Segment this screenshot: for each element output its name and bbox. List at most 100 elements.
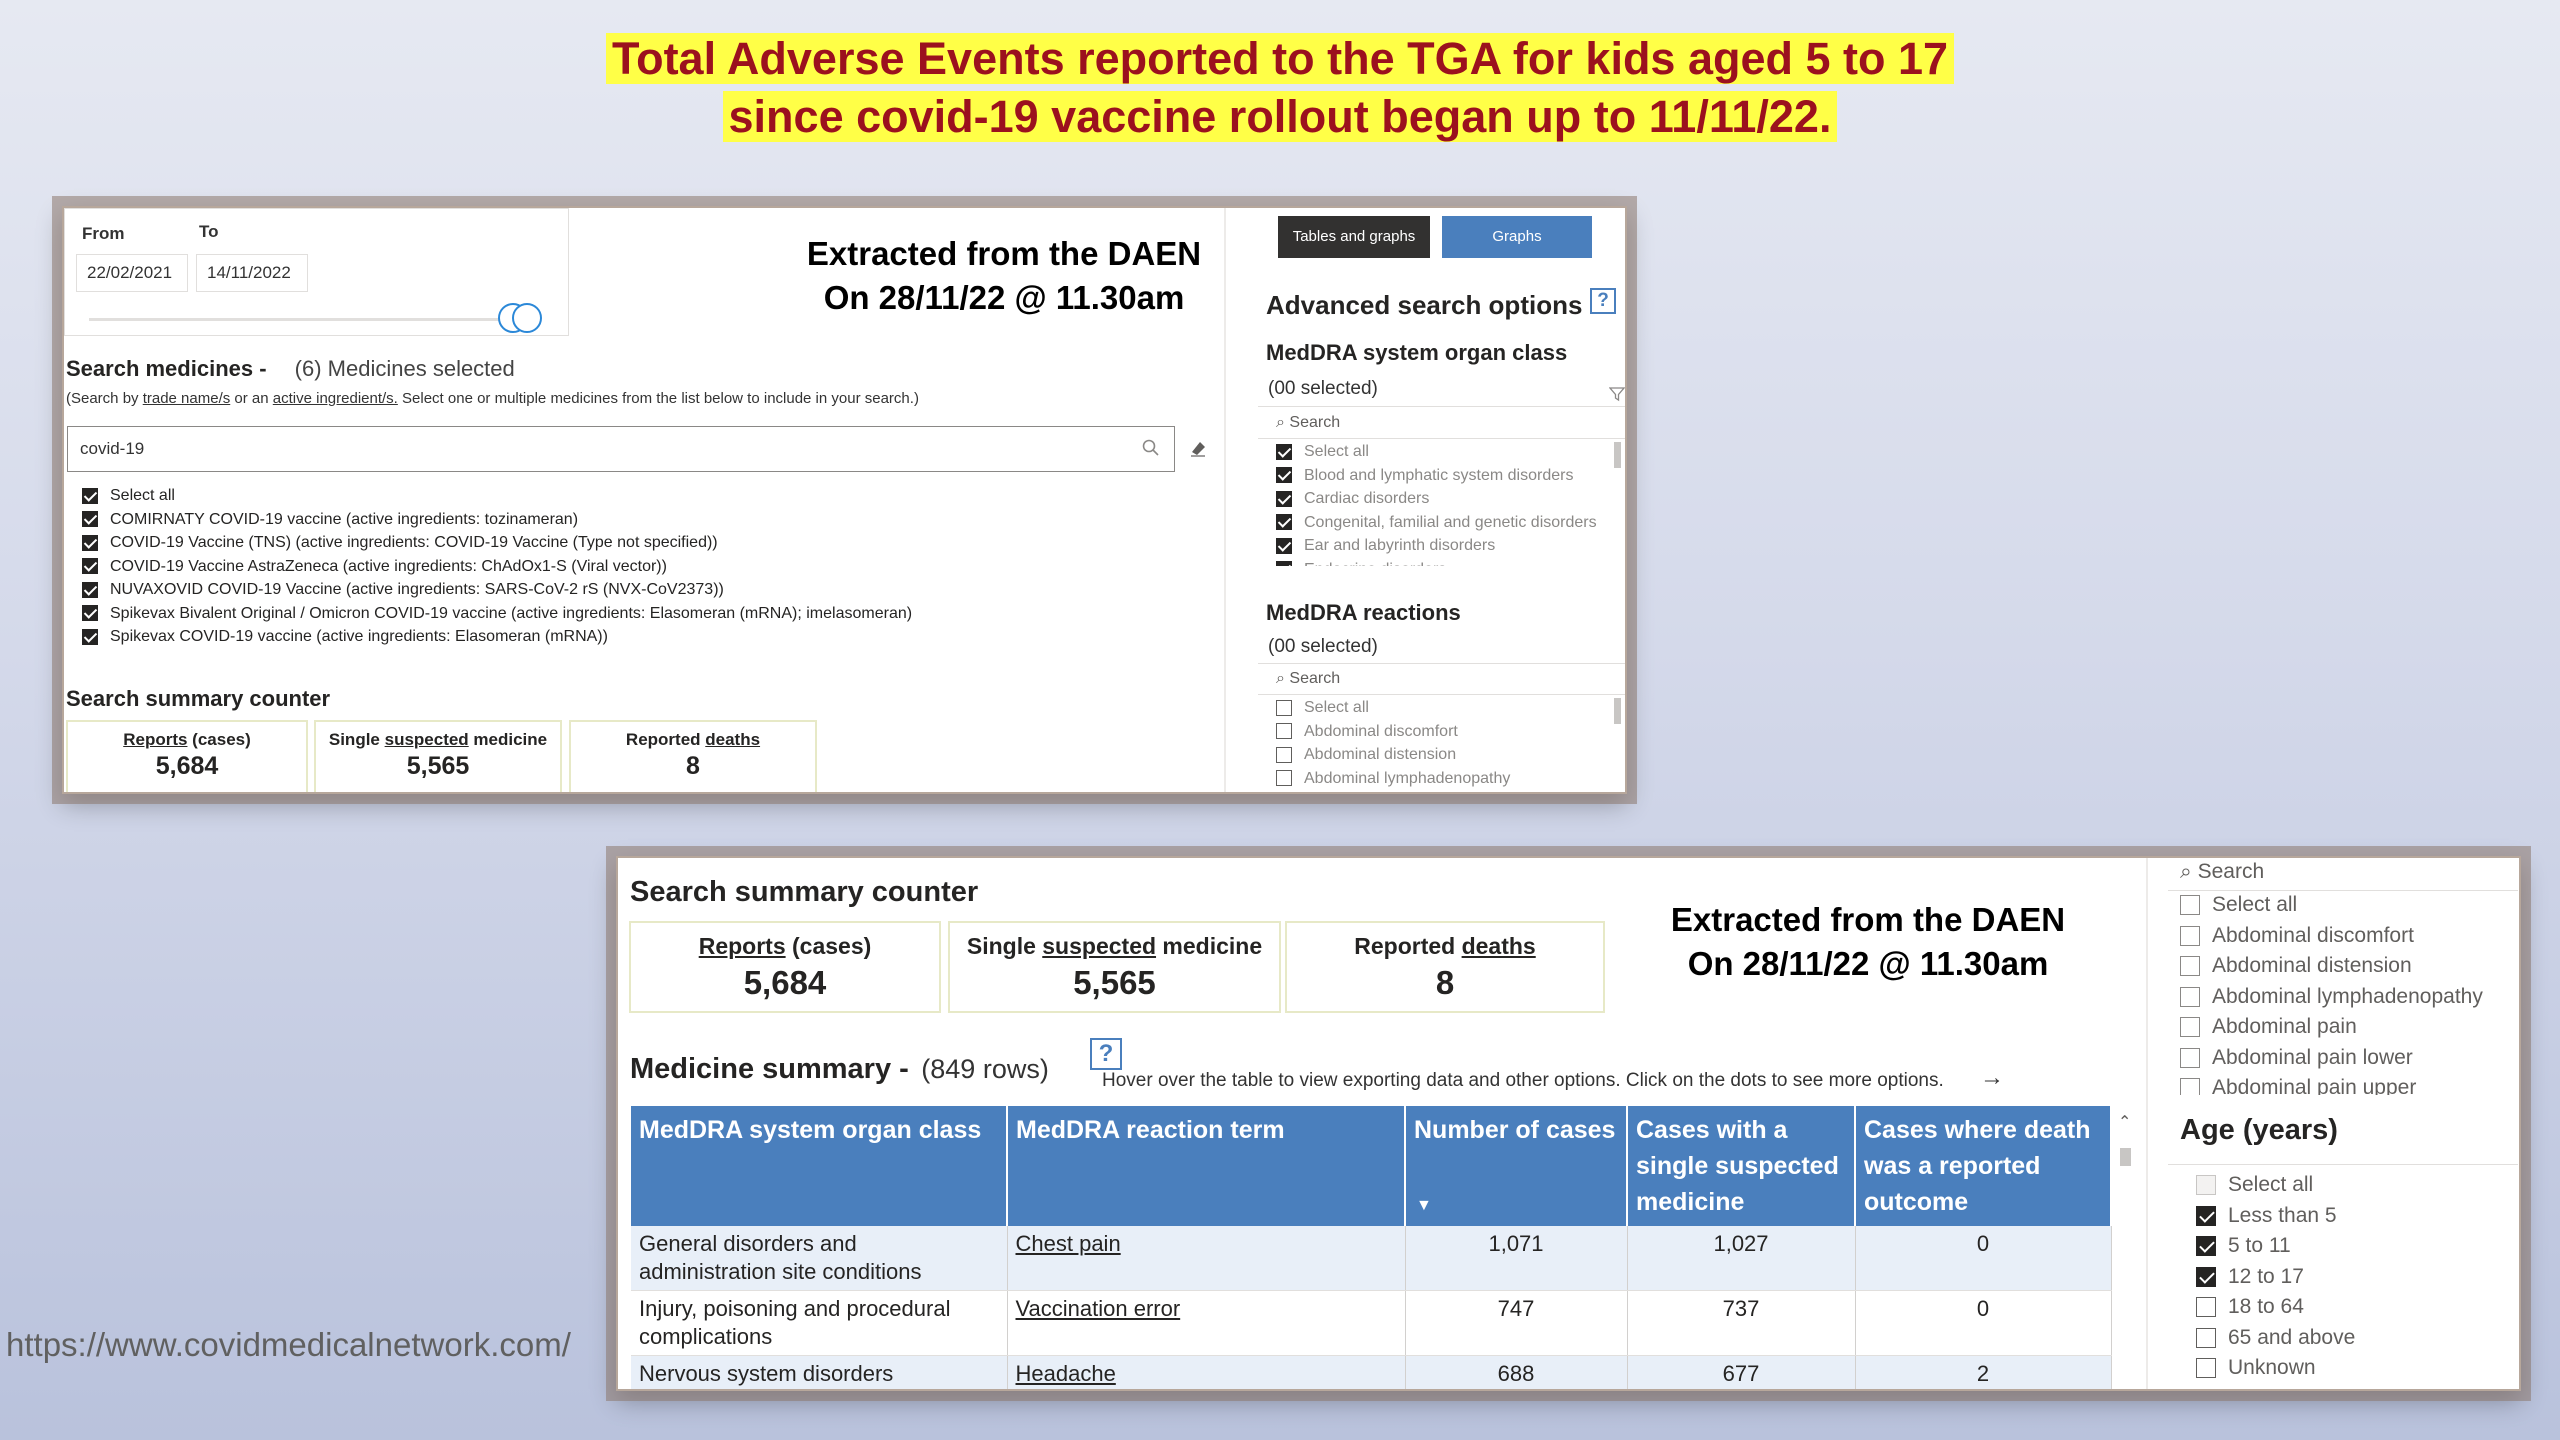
trade-name-link[interactable]: trade name/s	[143, 390, 231, 407]
checkbox[interactable]	[2196, 1236, 2216, 1257]
checkbox[interactable]	[82, 581, 98, 598]
checkbox[interactable]	[82, 605, 98, 622]
list-item[interactable]: 12 to 17	[2196, 1262, 2355, 1293]
reaction-term-link[interactable]: Chest pain	[1016, 1231, 1121, 1256]
list-item[interactable]: Select all	[1276, 440, 1625, 464]
list-item[interactable]: Abdominal distension	[2180, 951, 2483, 982]
organ-class-scrollbar[interactable]	[1614, 442, 1621, 468]
list-item[interactable]: Blood and lymphatic system disorders	[1276, 464, 1625, 488]
checkbox[interactable]	[2196, 1327, 2216, 1348]
to-date-input[interactable]: 14/11/2022	[196, 254, 308, 292]
search-icon[interactable]	[1142, 439, 1160, 457]
checkbox[interactable]	[1276, 699, 1292, 716]
list-item[interactable]: Ear and labyrinth disorders	[1276, 534, 1625, 558]
list-item[interactable]: Abdominal lymphadenopathy	[2180, 982, 2483, 1013]
checkbox[interactable]	[1276, 561, 1292, 566]
cell-reaction-term[interactable]: Vaccination error	[1007, 1290, 1406, 1356]
reactions-search[interactable]: ⌕ Search	[1276, 670, 1340, 688]
list-item[interactable]: NUVAXOVID COVID-19 Vaccine (active ingre…	[82, 578, 1172, 602]
table-row[interactable]: General disorders and administration sit…	[631, 1226, 2112, 1291]
reaction-term-link[interactable]: Vaccination error	[1016, 1296, 1181, 1321]
reactions-scrollbar[interactable]	[1614, 698, 1621, 724]
table-row[interactable]: Nervous system disorders Headache 688 67…	[631, 1355, 2112, 1389]
list-item[interactable]: 18 to 64	[2196, 1292, 2355, 1323]
list-item[interactable]: Abdominal pain	[2180, 1012, 2483, 1043]
reactions-search[interactable]: ⌕ Search	[2180, 860, 2264, 884]
list-item[interactable]: Select all	[2180, 890, 2483, 921]
list-item[interactable]: Less than 5	[2196, 1201, 2355, 1232]
checkbox[interactable]	[2180, 895, 2200, 916]
checkbox[interactable]	[2180, 1047, 2200, 1068]
list-item[interactable]: Abdominal pain upper	[2180, 1073, 2483, 1095]
help-icon[interactable]: ?	[1090, 1038, 1122, 1070]
graphs-button[interactable]: Graphs	[1442, 216, 1592, 258]
list-item[interactable]: Endocrine disorders	[1276, 558, 1625, 566]
date-slider-track[interactable]	[89, 318, 529, 321]
list-item[interactable]: COMIRNATY COVID-19 vaccine (active ingre…	[82, 508, 1172, 532]
scroll-up-icon[interactable]: ⌃	[2118, 1112, 2131, 1132]
checkbox[interactable]	[2180, 925, 2200, 946]
checkbox[interactable]	[1276, 746, 1292, 763]
tables-and-graphs-button[interactable]: Tables and graphs	[1278, 216, 1430, 258]
checkbox[interactable]	[2180, 956, 2200, 977]
column-header-death-outcome[interactable]: Cases where death was a reported outcome	[1855, 1106, 2112, 1226]
column-header-reaction-term[interactable]: MedDRA reaction term	[1007, 1106, 1406, 1226]
list-item[interactable]: COVID-19 Vaccine AstraZeneca (active ing…	[82, 555, 1172, 579]
list-item[interactable]: Spikevax Bivalent Original / Omicron COV…	[82, 602, 1172, 626]
checkbox[interactable]	[2196, 1358, 2216, 1379]
checkbox[interactable]	[2196, 1205, 2216, 1226]
list-item[interactable]: Abdominal lymphadenopathy	[1276, 767, 1625, 791]
list-item[interactable]: Spikevax COVID-19 vaccine (active ingred…	[82, 625, 1172, 649]
checkbox[interactable]	[1276, 723, 1292, 740]
checkbox[interactable]	[1276, 537, 1292, 554]
list-item[interactable]: 65 and above	[2196, 1323, 2355, 1354]
checkbox[interactable]	[1276, 514, 1292, 531]
list-item[interactable]: COVID-19 Vaccine (TNS) (active ingredien…	[82, 531, 1172, 555]
list-item[interactable]: Select all	[2196, 1170, 2355, 1201]
checkbox[interactable]	[82, 534, 98, 551]
checkbox[interactable]	[1276, 770, 1292, 787]
checkbox[interactable]	[82, 487, 98, 504]
list-item[interactable]: Abdominal pain lower	[2180, 1043, 2483, 1074]
checkbox[interactable]	[2180, 1017, 2200, 1038]
help-icon[interactable]: ?	[1590, 288, 1616, 314]
date-slider-handle-end[interactable]	[512, 303, 542, 333]
sort-desc-icon[interactable]: ▼	[1416, 1188, 1432, 1224]
eraser-icon[interactable]	[1188, 438, 1208, 458]
footer-url[interactable]: https://www.covidmedicalnetwork.com/	[6, 1326, 571, 1364]
checkbox[interactable]	[1276, 467, 1292, 484]
list-item[interactable]: Unknown	[2196, 1353, 2355, 1384]
cell-reaction-term[interactable]: Headache	[1007, 1355, 1406, 1389]
list-item[interactable]: Abdominal discomfort	[1276, 720, 1625, 744]
list-item[interactable]: Select all	[82, 484, 1172, 508]
list-item[interactable]: Congenital, familial and genetic disorde…	[1276, 511, 1625, 535]
organ-class-search[interactable]: ⌕ Search	[1276, 414, 1340, 432]
column-header-number-of-cases[interactable]: Number of cases ▼	[1405, 1106, 1628, 1226]
checkbox[interactable]	[82, 558, 98, 575]
medicine-search-input[interactable]: covid-19	[67, 426, 1175, 472]
column-header-organ-class[interactable]: MedDRA system organ class	[631, 1106, 1008, 1226]
table-scrollbar[interactable]	[2120, 1148, 2131, 1166]
reaction-term-link[interactable]: Headache	[1016, 1361, 1116, 1386]
table-row[interactable]: Injury, poisoning and procedural complic…	[631, 1290, 2112, 1356]
checkbox[interactable]	[82, 628, 98, 645]
active-ingredient-link[interactable]: active ingredient/s.	[273, 390, 398, 407]
list-item[interactable]: Cardiac disorders	[1276, 487, 1625, 511]
column-header-single-suspected[interactable]: Cases with a single suspected medicine	[1627, 1106, 1856, 1226]
checkbox[interactable]	[2180, 986, 2200, 1007]
checkbox[interactable]	[2196, 1297, 2216, 1318]
checkbox[interactable]	[2196, 1266, 2216, 1287]
checkbox[interactable]	[2180, 1078, 2200, 1095]
list-item[interactable]: Abdominal discomfort	[2180, 921, 2483, 952]
checkbox[interactable]	[1276, 490, 1292, 507]
checkbox[interactable]	[82, 511, 98, 528]
arrow-right-icon[interactable]: →	[1980, 1064, 2004, 1092]
list-item[interactable]: 5 to 11	[2196, 1231, 2355, 1262]
list-item[interactable]: Select all	[1276, 696, 1625, 720]
checkbox[interactable]	[1276, 443, 1292, 460]
list-item[interactable]: Abdominal distension	[1276, 743, 1625, 767]
cell-reaction-term[interactable]: Chest pain	[1007, 1226, 1406, 1291]
from-date-input[interactable]: 22/02/2021	[76, 254, 188, 292]
checkbox[interactable]	[2196, 1175, 2216, 1196]
filter-icon[interactable]	[1609, 386, 1625, 402]
